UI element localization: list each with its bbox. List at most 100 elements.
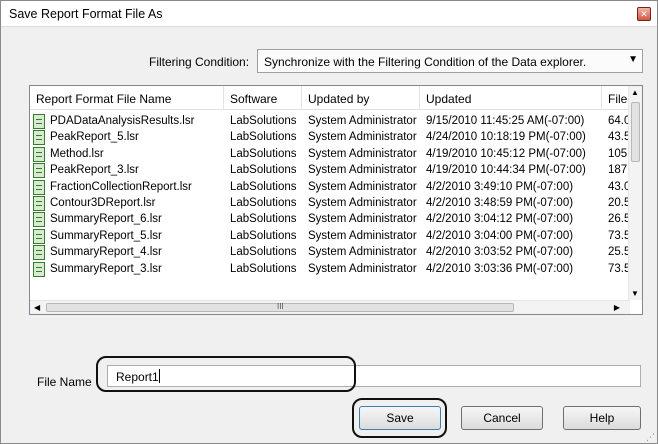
cell-software: LabSolutions (230, 131, 297, 144)
table-row[interactable]: PDADataAnalysisResults.lsr LabSolutions Sy… (30, 114, 630, 130)
scroll-grip: III (277, 302, 284, 311)
cell-file-name: SummaryReport_5.lsr (50, 229, 162, 242)
cell-software: LabSolutions (230, 213, 297, 226)
table-row[interactable]: PeakReport_5.lsr LabSolutions System Admin… (30, 130, 630, 146)
cell-file-name: SummaryReport_6.lsr (50, 213, 162, 226)
file-name-label: File Name (37, 375, 92, 389)
scroll-right-icon[interactable]: ▶ (614, 303, 620, 312)
report-file-icon (33, 212, 45, 228)
cell-updated-by: System Administrator (308, 246, 417, 259)
cell-updated: 4/2/2010 3:03:52 PM(-07:00) (426, 246, 574, 259)
column-header-name[interactable]: Report Format File Name (30, 86, 224, 110)
cell-file-size: 64.0 (608, 115, 630, 127)
close-icon: ✕ (640, 9, 648, 19)
table-row[interactable]: FractionCollectionReport.lsr LabSolutions… (30, 179, 630, 196)
cell-file-size: 26.5 (608, 213, 630, 226)
cell-updated-by: System Administrator (308, 229, 417, 242)
cell-file-size: 73.5 (608, 229, 630, 242)
cell-file-name: PeakReport_3.lsr (50, 164, 139, 177)
cell-updated-by: System Administrator (308, 164, 417, 177)
report-file-icon (33, 245, 45, 261)
report-file-icon (33, 179, 45, 195)
cell-updated: 4/2/2010 3:03:36 PM(-07:00) (426, 262, 574, 275)
cell-file-size: 187 (608, 164, 628, 177)
cell-file-name: FractionCollectionReport.lsr (50, 180, 192, 193)
dialog-title: Save Report Format File As (9, 7, 163, 21)
cell-file-size: 43.0 (608, 180, 630, 193)
horizontal-scrollbar[interactable]: ◀ III ▶ (30, 300, 630, 314)
report-file-icon (33, 163, 45, 179)
filtering-condition-value: Synchronize with the Filtering Condition… (264, 55, 587, 69)
cell-updated: 4/24/2010 10:18:19 PM(-07:00) (426, 131, 586, 144)
cell-file-size: 73.5 (608, 262, 630, 275)
cell-updated: 4/2/2010 3:49:10 PM(-07:00) (426, 180, 574, 193)
table-row[interactable]: PeakReport_3.lsr LabSolutions System Admin… (30, 163, 630, 179)
column-header-software[interactable]: Software (224, 86, 302, 110)
table-row[interactable]: SummaryReport_5.lsr LabSolutions System Ad… (30, 228, 630, 245)
cell-updated: 4/2/2010 3:04:00 PM(-07:00) (426, 229, 574, 242)
scroll-left-icon[interactable]: ◀ (34, 303, 40, 312)
column-header-updated[interactable]: Updated (420, 86, 602, 110)
report-file-icon (33, 146, 45, 162)
scroll-up-icon[interactable]: ▲ (631, 88, 639, 97)
cell-software: LabSolutions (230, 246, 297, 259)
cell-file-name: SummaryReport_4.lsr (50, 246, 162, 259)
cancel-button[interactable]: Cancel (461, 406, 543, 430)
cell-software: LabSolutions (230, 262, 297, 275)
report-file-icon (33, 130, 45, 146)
horizontal-scroll-thumb[interactable]: III (46, 302, 514, 312)
scroll-down-icon[interactable]: ▼ (631, 289, 639, 298)
help-button[interactable]: Help (563, 406, 641, 430)
cell-file-size: 43.5 (608, 131, 630, 144)
close-button[interactable]: ✕ (637, 7, 651, 21)
column-header-file[interactable]: File (602, 86, 630, 110)
report-file-list: Report Format File Name Software Updated… (29, 85, 643, 315)
cell-updated: 4/2/2010 3:04:12 PM(-07:00) (426, 213, 574, 226)
cell-updated-by: System Administrator (308, 131, 417, 144)
cell-file-size: 105 (608, 147, 628, 160)
cell-software: LabSolutions (230, 147, 297, 160)
cell-updated-by: System Administrator (308, 180, 417, 193)
column-header: Report Format File Name Software Updated… (30, 86, 630, 110)
cell-file-name: Contour3DReport.lsr (50, 196, 156, 209)
column-header-updated-by[interactable]: Updated by (302, 86, 420, 110)
cell-updated: 4/19/2010 10:44:34 PM(-07:00) (426, 164, 586, 177)
cell-software: LabSolutions (230, 196, 297, 209)
table-row[interactable]: SummaryReport_3.lsr LabSolutions System Ad… (30, 261, 630, 278)
cell-updated-by: System Administrator (308, 147, 417, 160)
report-file-icon (33, 195, 45, 211)
cell-file-name: PeakReport_5.lsr (50, 131, 139, 144)
title-bar: Save Report Format File As ✕ (1, 1, 657, 27)
cell-updated-by: System Administrator (308, 115, 417, 127)
cell-updated: 4/19/2010 10:45:12 PM(-07:00) (426, 147, 586, 160)
save-report-format-dialog: Save Report Format File As ✕ Filtering C… (0, 0, 658, 444)
cell-updated-by: System Administrator (308, 262, 417, 275)
resize-grip-icon[interactable]: ⋰ (646, 432, 655, 443)
file-name-highlight (96, 356, 356, 392)
cell-updated-by: System Administrator (308, 196, 417, 209)
filtering-condition-label: Filtering Condition: (149, 55, 250, 69)
table-row[interactable]: Method.lsr LabSolutions System Administrat… (30, 146, 630, 163)
cell-updated-by: System Administrator (308, 213, 417, 226)
cell-software: LabSolutions (230, 115, 297, 127)
report-file-icon (33, 228, 45, 244)
cell-file-name: Method.lsr (50, 147, 104, 160)
chevron-down-icon: ▼ (628, 54, 638, 65)
vertical-scrollbar[interactable]: ▲ ▼ (628, 86, 642, 300)
cell-file-size: 25.5 (608, 246, 630, 259)
cell-updated: 4/2/2010 3:48:59 PM(-07:00) (426, 196, 574, 209)
cell-software: LabSolutions (230, 180, 297, 193)
table-row[interactable]: SummaryReport_6.lsr LabSolutions System Ad… (30, 212, 630, 228)
filtering-condition-select[interactable]: Synchronize with the Filtering Condition… (257, 49, 643, 73)
report-file-icon (33, 261, 45, 277)
cell-software: LabSolutions (230, 229, 297, 242)
save-button-highlight (352, 398, 447, 438)
table-row[interactable]: SummaryReport_4.lsr LabSolutions System Ad… (30, 245, 630, 261)
table-row[interactable]: Contour3DReport.lsr LabSolutions System Ad… (30, 195, 630, 212)
cell-software: LabSolutions (230, 164, 297, 177)
cell-file-size: 20.5 (608, 196, 630, 209)
report-file-icon (33, 114, 45, 129)
file-rows: PDADataAnalysisResults.lsr LabSolutions Sy… (30, 114, 630, 278)
cell-file-name: SummaryReport_3.lsr (50, 262, 162, 275)
vertical-scroll-thumb[interactable] (631, 102, 640, 162)
